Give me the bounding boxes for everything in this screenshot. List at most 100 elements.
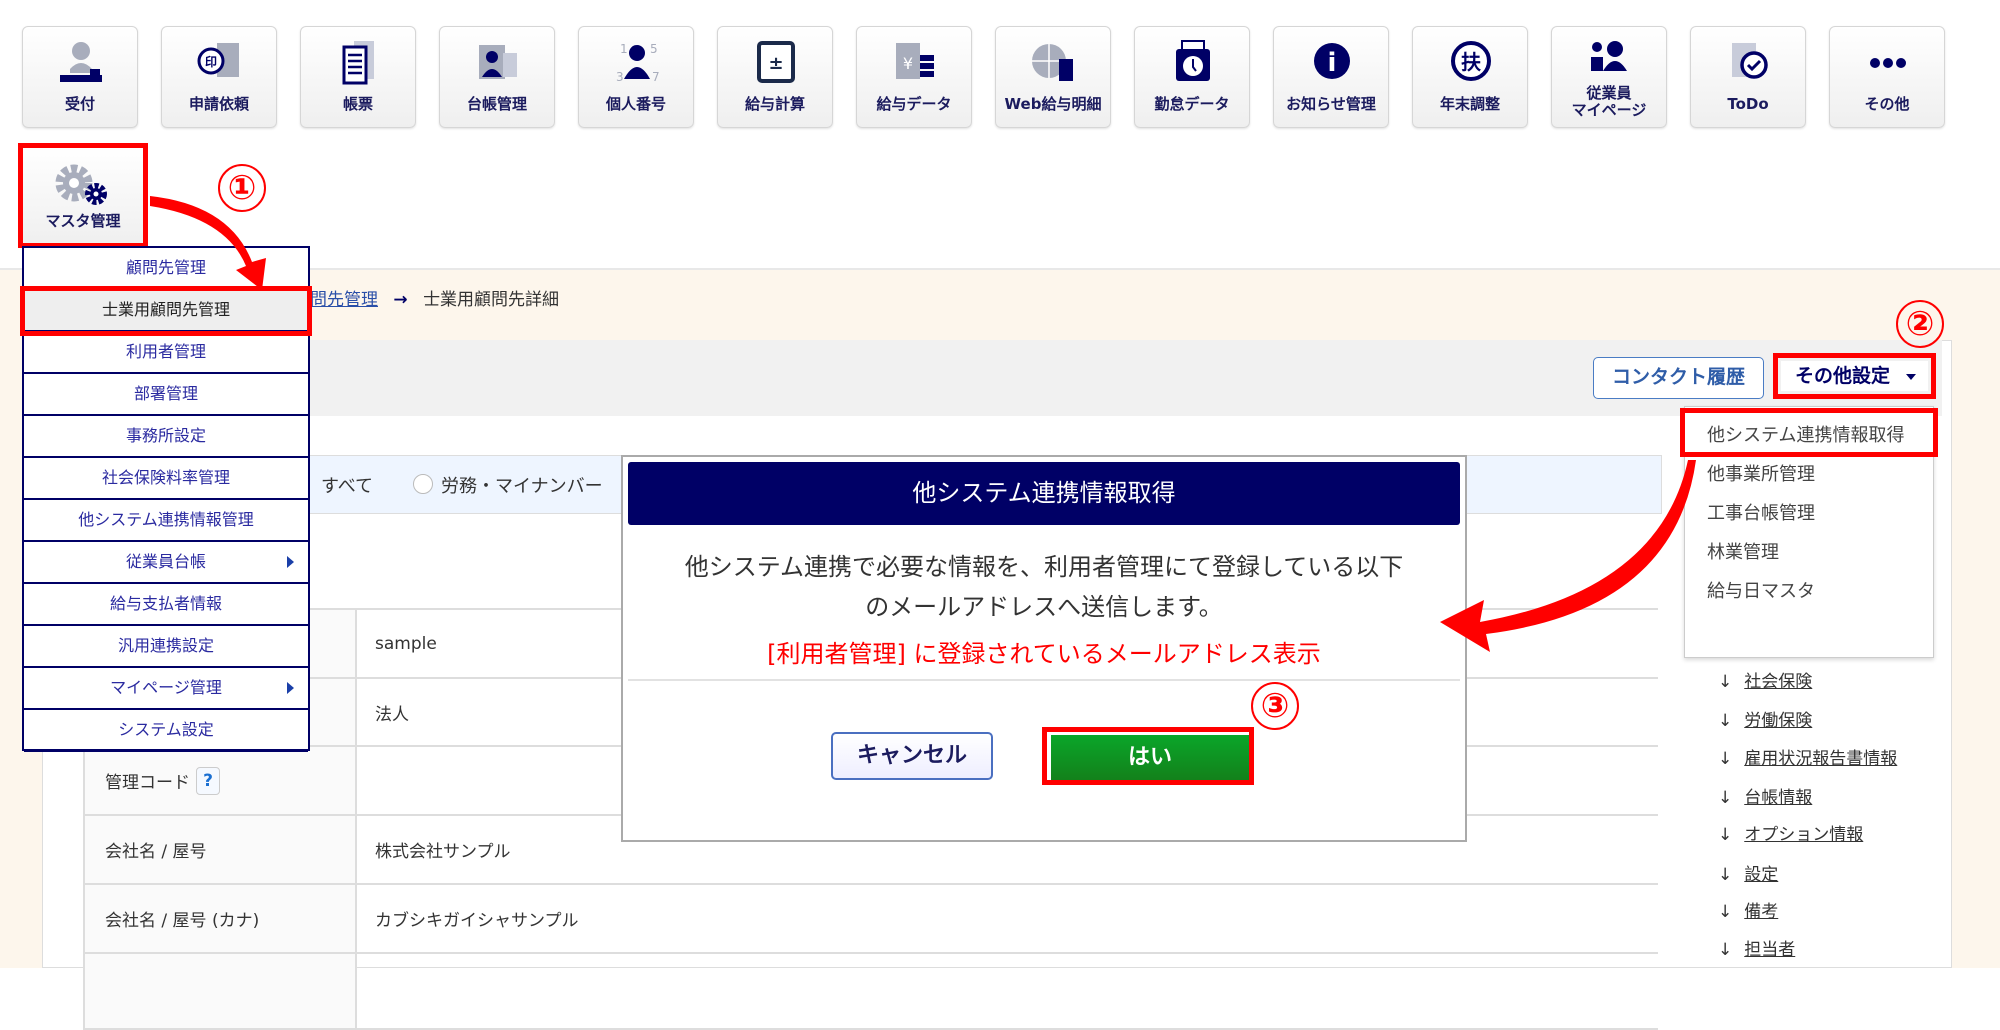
section-link[interactable]: ↓ オプション情報: [1718, 820, 1863, 845]
calculator-icon: ±: [757, 41, 795, 83]
toolbar-button-4[interactable]: 1537 個人番号: [578, 26, 694, 128]
section-link[interactable]: ↓ 台帳情報: [1718, 783, 1812, 808]
row-label: 管理コード?: [85, 747, 357, 814]
document-list-icon: [342, 41, 374, 85]
step3-marker: ③: [1251, 682, 1299, 730]
menu-item-label: 事務所設定: [125, 426, 206, 445]
toolbar-button-6[interactable]: ¥ 給与データ: [856, 26, 972, 128]
master-menu-item[interactable]: 従業員台帳: [24, 542, 308, 584]
row-value: sample: [375, 633, 437, 654]
arrow-down-icon: ↓: [1718, 788, 1733, 808]
section-link[interactable]: ↓ 備考: [1718, 897, 1778, 922]
section-link[interactable]: ↓ 担当者: [1718, 935, 1795, 960]
table-row: 会社名 / 屋号 (カナ) カブシキガイシャサンプル: [83, 885, 1658, 954]
row-label: [85, 954, 357, 1028]
dialog-title: 他システム連携情報取得: [628, 462, 1460, 525]
step1-marker: ①: [218, 164, 266, 212]
info-icon: i: [1314, 43, 1350, 79]
toolbar-button-label: 従業員 マイページ: [1571, 84, 1647, 119]
master-menu-item[interactable]: 他システム連携情報管理: [24, 500, 308, 542]
toolbar-button-label: 申請依頼: [188, 95, 249, 113]
master-menu-item[interactable]: 利用者管理: [24, 332, 308, 374]
master-menu-item[interactable]: システム設定: [24, 710, 308, 752]
menu-item-label: 顧問先管理: [125, 258, 206, 277]
table-row: [83, 954, 1658, 1030]
menu-item-label: システム設定: [118, 720, 214, 739]
dropdown-item-other-office[interactable]: 他事業所管理: [1707, 460, 1815, 486]
row-value: 法人: [375, 704, 409, 725]
menu-item-label: 社会保険料率管理: [101, 468, 230, 487]
arrow-down-icon: ↓: [1718, 902, 1733, 922]
master-menu-item[interactable]: 給与支払者情報: [24, 584, 308, 626]
row-value: 株式会社サンプル: [375, 842, 511, 862]
row-value: カブシキガイシャサンプル: [375, 911, 579, 931]
contact-history-button[interactable]: コンタクト履歴: [1593, 357, 1764, 399]
step2-highlight: [1773, 353, 1936, 399]
toolbar-button-label: ToDo: [1727, 95, 1769, 113]
dropdown-item-payday-master[interactable]: 給与日マスタ: [1707, 577, 1815, 603]
timecard-icon: [1176, 40, 1210, 81]
svg-text:扶: 扶: [1461, 50, 1482, 74]
submenu-arrow-icon: [287, 682, 294, 694]
filter-labor-label[interactable]: 労務・マイナンバー: [441, 472, 603, 498]
section-link[interactable]: ↓ 社会保険: [1718, 667, 1812, 692]
master-menu-item[interactable]: 社会保険料率管理: [24, 458, 308, 500]
toolbar-button-label: 年末調整: [1439, 95, 1500, 113]
cancel-button[interactable]: キャンセル: [831, 732, 993, 780]
toolbar-button-9[interactable]: i お知らせ管理: [1273, 26, 1389, 128]
filter-all-label[interactable]: すべて: [321, 472, 373, 498]
svg-text:7: 7: [652, 70, 660, 84]
menu-item-label: 給与支払者情報: [109, 594, 222, 613]
help-icon[interactable]: ?: [196, 766, 220, 795]
payroll-data-icon: ¥: [896, 43, 934, 79]
web-payslip-icon: [1032, 44, 1073, 81]
toolbar-button-8[interactable]: 勤怠データ: [1134, 26, 1250, 128]
dropdown-item-construction-ledger[interactable]: 工事台帳管理: [1707, 499, 1815, 525]
toolbar-button-label: 台帳管理: [466, 95, 527, 113]
breadcrumb: 問先管理 → 士業用顧問先詳細: [310, 285, 559, 310]
toolbar-button-11[interactable]: 従業員 マイページ: [1551, 26, 1667, 128]
personal-number-icon: 1 53 7: [616, 42, 660, 84]
toolbar-button-7[interactable]: Web給与明細: [995, 26, 1111, 128]
toolbar-button-label: 勤怠データ: [1154, 95, 1230, 113]
svg-text:¥: ¥: [903, 54, 913, 73]
dropdown-item-forestry[interactable]: 林業管理: [1707, 538, 1779, 564]
more-dots-icon: [1870, 58, 1906, 68]
dialog-message-line1: 他システム連携で必要な情報を、利用者管理にて登録している以下: [684, 553, 1404, 581]
step2b-highlight: [1680, 408, 1938, 457]
breadcrumb-current: 士業用顧問先詳細: [423, 290, 560, 310]
toolbar-button-13[interactable]: その他: [1829, 26, 1945, 128]
toolbar-button-label: 給与計算: [744, 95, 805, 113]
toolbar-button-0[interactable]: 受付: [22, 26, 138, 128]
master-menu-item[interactable]: 汎用連携設定: [24, 626, 308, 668]
menu-item-label: 従業員台帳: [125, 552, 206, 571]
toolbar-button-12[interactable]: ToDo: [1690, 26, 1806, 128]
arrow-down-icon: ↓: [1718, 825, 1733, 845]
toolbar-button-2[interactable]: 帳票: [300, 26, 416, 128]
step2-marker: ②: [1896, 300, 1944, 348]
section-link[interactable]: ↓ 設定: [1718, 860, 1778, 885]
master-menu-item[interactable]: マイページ管理: [24, 668, 308, 710]
reception-stamp-icon: [60, 42, 102, 82]
toolbar-button-1[interactable]: 印 申請依頼: [161, 26, 277, 128]
master-menu-item[interactable]: 部署管理: [24, 374, 308, 416]
toolbar-button-5[interactable]: ± 給与計算: [717, 26, 833, 128]
section-link[interactable]: ↓ 雇用状況報告書情報: [1718, 744, 1897, 769]
section-link[interactable]: ↓ 労働保険: [1718, 706, 1812, 731]
toolbar-button-label: 個人番号: [605, 95, 666, 113]
svg-text:±: ±: [768, 53, 783, 74]
breadcrumb-link[interactable]: 問先管理: [310, 290, 378, 310]
step1-highlight: [18, 143, 148, 248]
toolbar-button-3[interactable]: 台帳管理: [439, 26, 555, 128]
master-menu-item[interactable]: 顧問先管理: [24, 248, 308, 290]
breadcrumb-arrow-icon: →: [393, 290, 408, 310]
filter-labor-radio[interactable]: [413, 474, 433, 494]
menu-item-label: 他システム連携情報管理: [78, 510, 254, 529]
master-menu-item[interactable]: 事務所設定: [24, 416, 308, 458]
arrow-down-icon: ↓: [1718, 672, 1733, 692]
svg-text:印: 印: [205, 55, 217, 69]
svg-text:i: i: [1328, 48, 1337, 78]
menu-item-label: 汎用連携設定: [117, 636, 214, 655]
toolbar-button-10[interactable]: 扶 年末調整: [1412, 26, 1528, 128]
toolbar-button-label: 受付: [64, 95, 95, 113]
